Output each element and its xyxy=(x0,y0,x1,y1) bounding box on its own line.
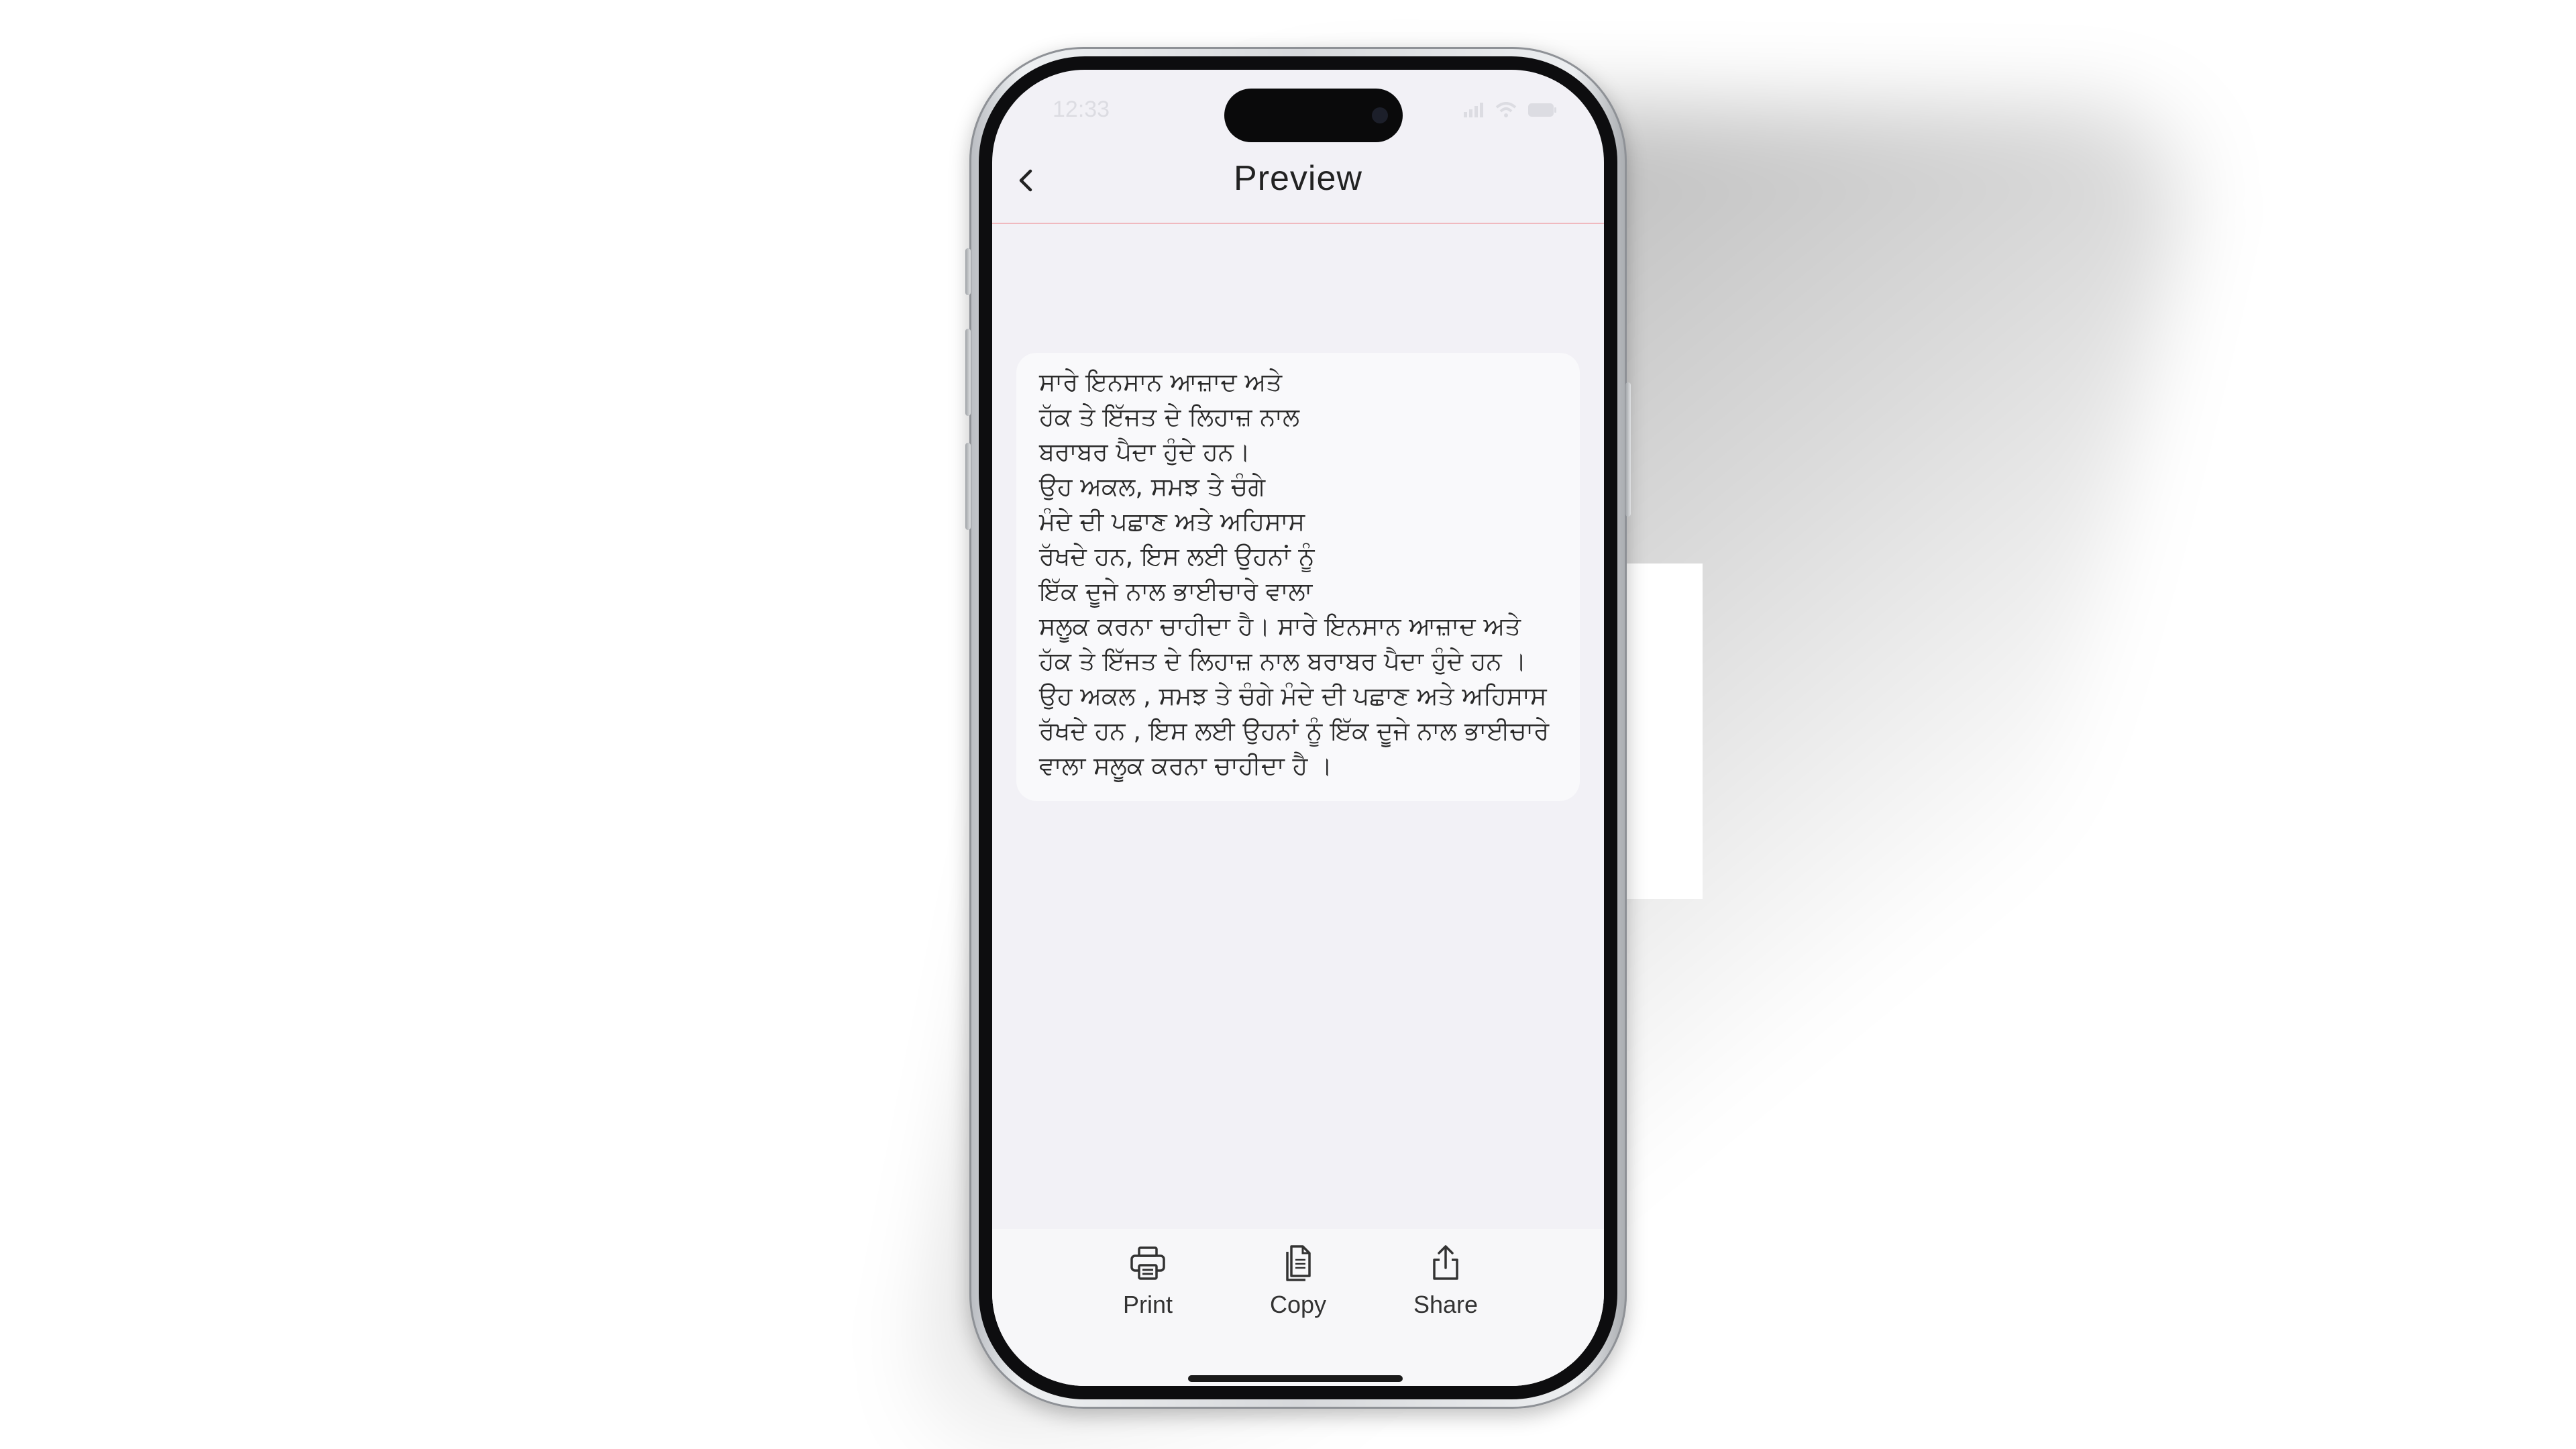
preview-text-card: ਸਾਰੇ ਇਨਸਾਨ ਆਜ਼ਾਦ ਅਤੇ ਹੱਕ ਤੇ ਇੱਜਤ ਦੇ ਲਿਹਾ… xyxy=(1016,353,1580,801)
volume-up-button xyxy=(965,329,971,416)
preview-text: ਸਾਰੇ ਇਨਸਾਨ ਆਜ਼ਾਦ ਅਤੇ ਹੱਕ ਤੇ ਇੱਜਤ ਦੇ ਲਿਹਾ… xyxy=(1039,368,1550,780)
front-camera xyxy=(1372,107,1388,123)
volume-down-button xyxy=(965,443,971,530)
copy-label: Copy xyxy=(1269,1291,1327,1318)
page-title: Preview xyxy=(1234,159,1362,198)
app-screen: 12:33 Preview ਸਾਰੇ ਇਨਸਾਨ ਆਜ਼ਾਦ ਅਤੇ ਹੱਕ ਤ… xyxy=(992,70,1604,1386)
share-button[interactable]: Share xyxy=(1399,1244,1493,1319)
print-label: Print xyxy=(1122,1291,1173,1318)
battery-icon xyxy=(1528,103,1556,117)
printer-icon xyxy=(1130,1246,1165,1280)
side-card xyxy=(1623,564,1703,899)
status-icons xyxy=(1464,99,1557,119)
status-time: 12:33 xyxy=(1053,97,1110,122)
dynamic-island xyxy=(1224,89,1403,142)
action-button xyxy=(965,248,971,295)
share-icon xyxy=(1433,1245,1458,1280)
bottom-toolbar: Print Copy Share xyxy=(992,1229,1604,1386)
phone-bezel: 12:33 Preview ਸਾਰੇ ਇਨਸਾਨ ਆਜ਼ਾਦ ਅਤੇ ਹੱਕ ਤ… xyxy=(979,56,1617,1399)
wifi-icon xyxy=(1495,101,1517,117)
print-button[interactable]: Print xyxy=(1101,1244,1195,1319)
power-button xyxy=(1625,382,1631,517)
share-label: Share xyxy=(1413,1291,1479,1318)
copy-button[interactable]: Copy xyxy=(1251,1244,1345,1319)
home-indicator[interactable] xyxy=(1188,1375,1403,1382)
signal-icon xyxy=(1464,102,1484,117)
navigation-bar: Preview xyxy=(992,144,1604,224)
desktop-background: 12:33 Preview ਸਾਰੇ ਇਨਸਾਨ ਆਜ਼ਾਦ ਅਤੇ ਹੱਕ ਤ… xyxy=(0,0,2576,1449)
document-copy-icon xyxy=(1286,1245,1311,1281)
phone-frame: 12:33 Preview ਸਾਰੇ ਇਨਸਾਨ ਆਜ਼ਾਦ ਅਤੇ ਹੱਕ ਤ… xyxy=(965,47,1631,1409)
